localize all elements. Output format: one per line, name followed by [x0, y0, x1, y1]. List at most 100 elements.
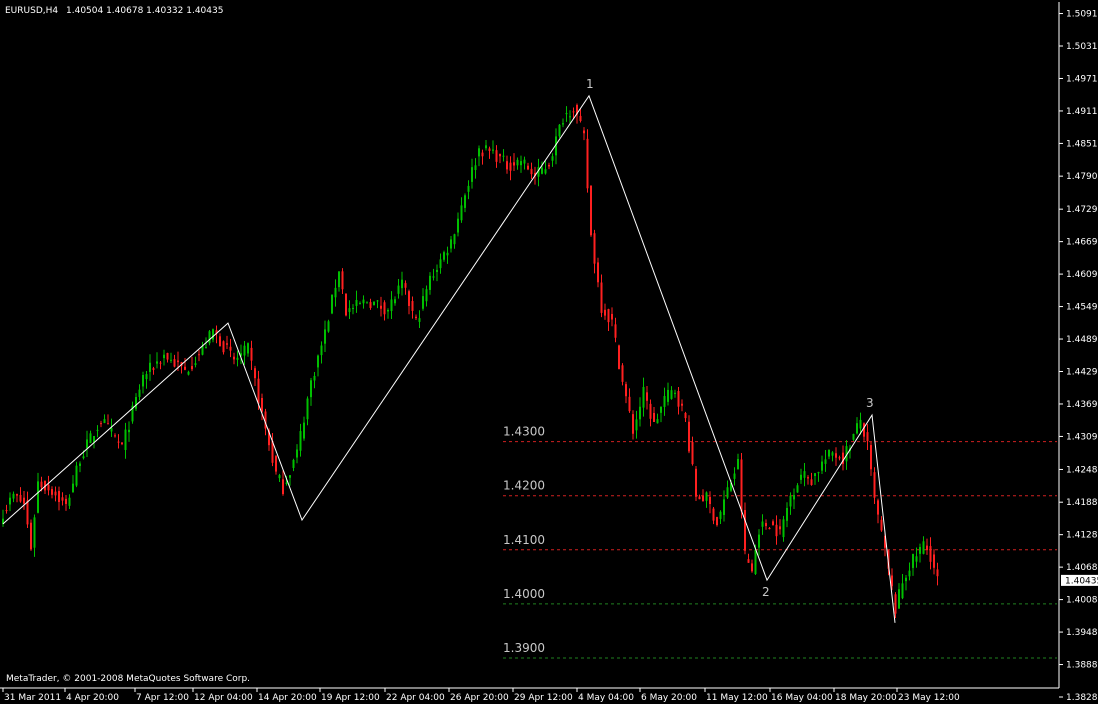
candle-body [229, 346, 232, 351]
candle-body [394, 299, 396, 304]
candle-body [222, 341, 225, 353]
candle-body [443, 252, 445, 260]
candle-body [9, 497, 11, 505]
price-tick-label: 1.42485 [1066, 465, 1098, 475]
candle-body [604, 309, 606, 316]
chart-background [0, 0, 1098, 704]
candle-body [261, 397, 263, 412]
price-tick-label: 1.40080 [1066, 596, 1098, 606]
candle-body [446, 252, 449, 256]
candle-body [432, 276, 435, 278]
price-tick-label: 1.43695 [1066, 400, 1098, 410]
candle-body [250, 347, 253, 361]
candle-body [415, 316, 417, 319]
candle-body [754, 549, 757, 575]
price-tick-label: 1.41880 [1066, 498, 1098, 508]
candle-body [761, 521, 764, 527]
time-tick-label: 19 Apr 12:00 [321, 693, 380, 703]
candle-body [359, 303, 361, 305]
price-chart[interactable]: EURUSD,H4 1.40504 1.40678 1.40332 1.4043… [0, 0, 1098, 704]
candle-body [464, 195, 466, 208]
candle-body [852, 433, 855, 440]
candle-body [457, 218, 459, 233]
candle-body [376, 300, 379, 302]
candle-body [828, 449, 830, 457]
candle-body [912, 554, 914, 568]
candle-body [709, 496, 711, 505]
candle-body [184, 366, 186, 370]
candle-body [691, 442, 694, 465]
candle-body [779, 526, 781, 530]
candle-body [936, 569, 939, 577]
candle-body [327, 321, 330, 332]
candle-body [411, 301, 414, 311]
candle-body [33, 517, 36, 548]
candle-body [817, 472, 820, 474]
time-tick-label: 11 May 12:00 [706, 693, 768, 703]
chart-symbol: EURUSD,H4 [5, 6, 58, 16]
candle-body [187, 371, 190, 375]
price-tick-label: 1.49110 [1066, 107, 1098, 117]
candle-body [562, 123, 564, 125]
time-tick-label: 7 Apr 12:00 [136, 693, 189, 703]
candle-body [516, 159, 519, 166]
candle-body [61, 497, 64, 501]
candle-body [688, 421, 690, 452]
candle-body [68, 497, 71, 506]
candle-body [621, 365, 624, 382]
candle-body [205, 346, 207, 348]
candle-body [278, 475, 281, 479]
level-label: 1.4000 [503, 587, 545, 601]
candle-body [905, 577, 907, 582]
candle-body [695, 468, 697, 497]
candle-body [383, 302, 386, 315]
candle-body [177, 360, 179, 363]
candle-body [877, 500, 879, 515]
candle-body [859, 419, 862, 429]
candle-body [145, 374, 148, 380]
candle-body [331, 294, 333, 314]
candle-body [663, 396, 666, 407]
candle-body [915, 556, 918, 562]
candle-body [733, 473, 736, 479]
candle-body [863, 423, 865, 437]
candle-body [254, 368, 256, 379]
candle-body [142, 375, 144, 387]
candle-body [513, 162, 515, 166]
candle-body [474, 165, 477, 171]
candle-body [579, 115, 582, 121]
candle-body [236, 357, 239, 360]
candle-body [705, 492, 708, 501]
candle-body [583, 130, 585, 134]
price-tick-label: 1.47295 [1066, 205, 1098, 215]
candle-body [166, 352, 169, 360]
candle-body [110, 428, 113, 432]
candle-body [30, 522, 32, 550]
price-tick-label: 1.43095 [1066, 432, 1098, 442]
chart-quote: 1.40504 1.40678 1.40332 1.40435 [66, 6, 223, 16]
candle-body [667, 389, 669, 402]
candle-body [527, 165, 529, 170]
candle-body [747, 559, 750, 563]
candle-body [656, 419, 659, 424]
candle-body [607, 309, 610, 323]
candle-body [128, 429, 130, 433]
candle-body [891, 575, 893, 587]
candle-body [898, 589, 900, 609]
candle-body [198, 354, 200, 356]
candle-body [649, 403, 652, 419]
candle-body [677, 391, 680, 407]
candle-body [831, 452, 834, 456]
candle-body [89, 433, 92, 444]
wave-label-2: 2 [762, 585, 770, 599]
candle-body [467, 185, 470, 192]
candle-body [96, 429, 99, 431]
candle-body [929, 546, 932, 562]
candle-body [303, 422, 305, 439]
price-tick-label: 1.48510 [1066, 139, 1098, 149]
candle-body [348, 308, 351, 312]
copyright-text: MetaTrader, © 2001-2008 MetaQuotes Softw… [6, 674, 250, 684]
candle-body [149, 362, 151, 372]
candle-body [422, 296, 424, 309]
candle-body [345, 293, 347, 316]
